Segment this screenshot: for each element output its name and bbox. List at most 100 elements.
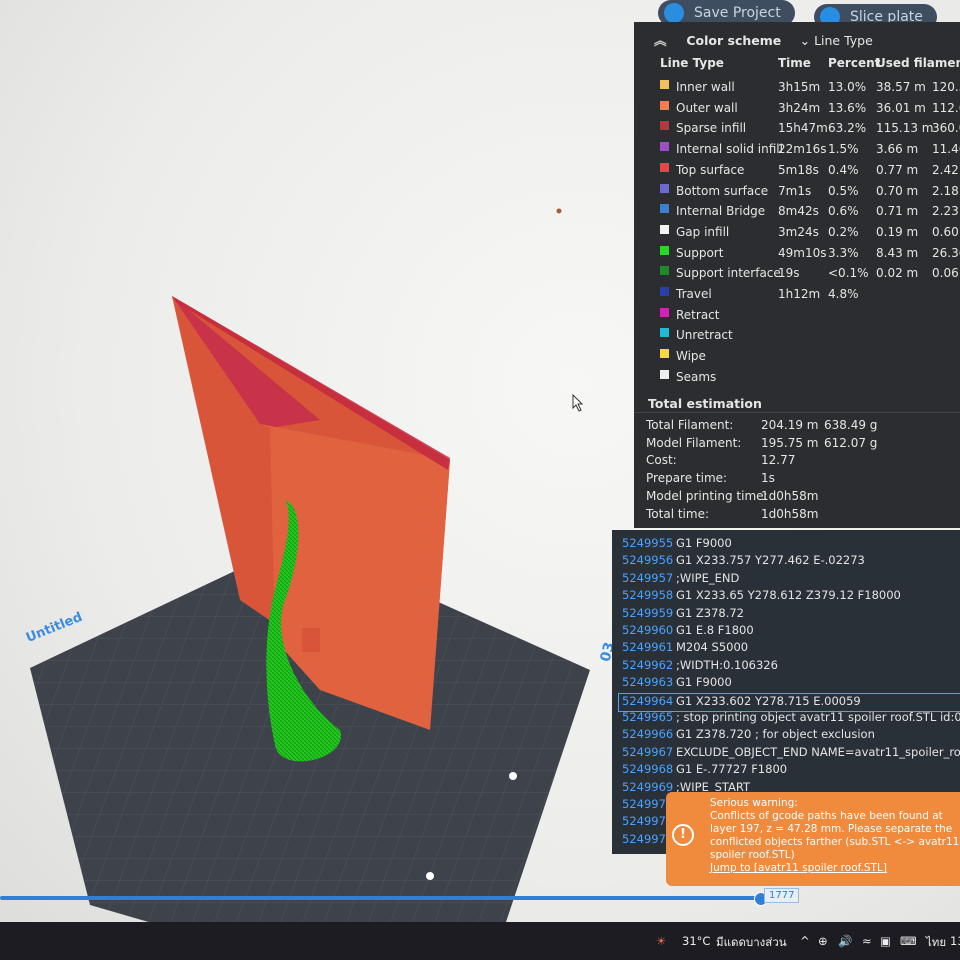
legend-row[interactable]: Wipe — [660, 349, 960, 369]
gcode-line[interactable]: 5249968 G1 E-.77727 F1800 — [622, 762, 787, 779]
gcode-line[interactable]: 5249960 G1 E.8 F1800 — [622, 623, 754, 640]
legend-label: Internal solid infill — [676, 142, 783, 157]
legend-swatch — [660, 245, 669, 255]
gcode-line-number: 5249957 — [622, 570, 674, 585]
gcode-line-number: 5249962 — [622, 657, 674, 672]
legend-swatch — [660, 121, 669, 131]
gcode-command: G1 X233.65 Y278.612 Z379.12 F18000 — [676, 588, 901, 603]
gcode-line-number: 5249956 — [622, 553, 674, 568]
color-scheme-select[interactable]: ⌄ Line Type — [800, 33, 873, 48]
legend-label: Inner wall — [676, 80, 735, 94]
legend-row[interactable]: Support 49m10s3.3% 8.43 m 26.36 g — [660, 245, 960, 266]
keyboard-icon[interactable]: ⌨ — [900, 934, 917, 948]
estimation-label: Cost: — [646, 453, 677, 468]
gcode-command: G1 E-.77727 F1800 — [676, 762, 788, 777]
tray-icon-2[interactable]: ▣ — [880, 934, 891, 948]
gcode-line[interactable]: 5249956 G1 X233.757 Y277.462 E-.02273 — [622, 553, 865, 570]
estimation-label: Model printing time: — [646, 488, 768, 503]
layer-slider[interactable] — [0, 892, 770, 906]
gcode-line-number: 5249967 — [622, 744, 674, 759]
estimation-value: 1d0h58m — [761, 506, 819, 521]
legend-row[interactable]: Travel 1h12m 4.8% — [660, 287, 960, 307]
gcode-line-number: 5249955 — [622, 536, 674, 550]
weather-desc[interactable]: มีแดดบางส่วน — [716, 934, 787, 952]
estimation-label: Total Filament: — [646, 418, 734, 432]
legend-row[interactable]: Retract — [660, 307, 960, 328]
estimation-row: Total Filament: 204.19 m 638.49 g — [646, 418, 946, 434]
legend-row[interactable]: Outer wall 3h24m 13.6% 36.01 m 112.6 — [660, 100, 960, 121]
gcode-line[interactable]: 5249963 G1 F9000 — [622, 675, 732, 692]
language-indicator[interactable]: ไทย — [926, 934, 946, 952]
legend-swatch — [660, 204, 669, 214]
weather-temp[interactable]: 31°C — [682, 934, 710, 948]
gcode-line[interactable]: 5249962 ;WIDTH:0.106326 — [622, 658, 778, 675]
gcode-line[interactable]: 5249967 EXCLUDE_OBJECT_END NAME=avatr11_s… — [622, 745, 960, 762]
gcode-line[interactable]: 5249965; stop printing object avatr11 sp… — [622, 710, 960, 727]
gcode-line[interactable]: 5249961 M204 S5000 — [622, 640, 748, 657]
legend-percent: 13.0% — [828, 80, 867, 94]
gcode-line[interactable]: 5249957 ;WIPE_END — [622, 571, 739, 588]
legend-swatch — [660, 224, 669, 234]
legend-row[interactable]: Gap infill 3m24s 0.2% 0.19 m 0.60 g — [660, 224, 960, 245]
legend-panel: ︽ Color scheme ⌄ Line Type Line Type Tim… — [634, 22, 960, 528]
legend-percent: 4.8% — [828, 287, 859, 301]
chevron-up-icon[interactable]: ^ — [800, 934, 810, 948]
legend-row[interactable]: Inner wall 3h15m 13.0% 38.57 m 120.5 — [660, 80, 960, 100]
plate-hole-1 — [509, 772, 517, 780]
estimation-value: 1d0h58m — [761, 488, 819, 503]
gcode-line[interactable]: 5249966 G1 Z378.720 ; for object exclusio… — [622, 727, 875, 744]
legend-row[interactable]: Top surface 5m18s 0.4% 0.77 m 2.42 g — [660, 162, 960, 183]
legend-label: Seams — [676, 369, 717, 384]
speaker-icon[interactable]: 🔊 — [838, 934, 852, 948]
collapse-icon[interactable]: ︽ — [654, 30, 668, 49]
legend-row[interactable]: Support interface19s <0.1% 0.02 m 0.06 g — [660, 266, 960, 286]
estimation-divider — [634, 412, 960, 413]
gcode-line[interactable]: 5249958 G1 X233.65 Y278.612 Z379.12 F1800… — [622, 588, 901, 605]
gcode-command: G1 Z378.72 — [676, 605, 745, 620]
estimation-label: Total time: — [646, 506, 709, 521]
legend-label: Internal Bridge — [676, 204, 766, 219]
gcode-line[interactable]: 5249959 G1 Z378.72 — [622, 606, 744, 623]
layer-slider-value: 1777 — [764, 888, 800, 903]
jump-to-object-link[interactable]: Jump to [avatr11 spoiler roof.STL] — [710, 862, 956, 874]
weather-icon[interactable]: ☀ — [656, 934, 666, 948]
legend-time: 15h47m — [778, 121, 828, 136]
legend-label: Top surface — [676, 162, 745, 177]
legend-row[interactable]: Sparse infill 15h47m63.2% 115.13 m360.0 — [660, 121, 960, 141]
estimation-label: Prepare time: — [646, 471, 728, 486]
legend-row[interactable]: Internal Bridge 8m42s 0.6% 0.71 m 2.23 g — [660, 204, 960, 224]
legend-row[interactable]: Unretract — [660, 328, 960, 348]
header-time: Time — [778, 56, 811, 70]
legend-row[interactable]: Seams — [660, 369, 960, 390]
gcode-line-number: 5249966 — [622, 727, 674, 742]
gcode-line-number: 5249963 — [622, 675, 674, 690]
legend-swatch — [660, 183, 669, 193]
legend-time: 3h15m — [778, 80, 821, 94]
legend-length: 0.77 m — [876, 162, 919, 177]
gcode-line-number: 5249965 — [622, 710, 674, 724]
estimation-value: 195.75 m — [761, 435, 819, 450]
warning-line-2: layer 197, z = 47.28 mm. Please separate… — [710, 823, 953, 835]
legend-label: Wipe — [676, 349, 706, 364]
wifi-icon[interactable]: ≈ — [862, 934, 872, 948]
legend-time: 22m16s — [778, 142, 827, 157]
gcode-command: EXCLUDE_OBJECT_END NAME=avatr11_spoiler_… — [676, 744, 960, 759]
estimation-row: Total time: 1d0h58m — [646, 507, 946, 523]
gcode-command: G1 X233.757 Y277.462 E-.02273 — [676, 553, 865, 568]
legend-time: 3h24m — [778, 100, 821, 115]
gcode-command: G1 Z378.720 ; for object exclusion — [676, 727, 875, 742]
legend-row[interactable]: Bottom surface 7m1s 0.5% 0.70 m 2.18 g — [660, 183, 960, 204]
windows-taskbar: ☀ 31°C มีแดดบางส่วน ^ ⊕ 🔊 ≈ ▣ ⌨ ไทย 13 — [0, 922, 960, 960]
legend-swatch — [660, 142, 669, 152]
save-icon — [664, 3, 684, 23]
gcode-line[interactable]: 5249955 G1 F9000 — [622, 536, 732, 553]
tray-icon[interactable]: ⊕ — [818, 934, 828, 948]
layer-slider-track[interactable] — [0, 896, 761, 900]
color-scheme-title: Color scheme — [686, 33, 782, 48]
estimation-label: Model Filament: — [646, 435, 742, 450]
warning-icon: ! — [672, 824, 694, 846]
estimation-value-2: 638.49 g — [824, 418, 878, 432]
legend-row[interactable]: Internal solid infill 22m16s 1.5% 3.66 m 11.… — [660, 142, 960, 162]
clock[interactable]: 13 — [950, 934, 960, 948]
gcode-line[interactable]: 5249964 G1 X233.602 Y278.715 E.00059 — [618, 692, 960, 712]
